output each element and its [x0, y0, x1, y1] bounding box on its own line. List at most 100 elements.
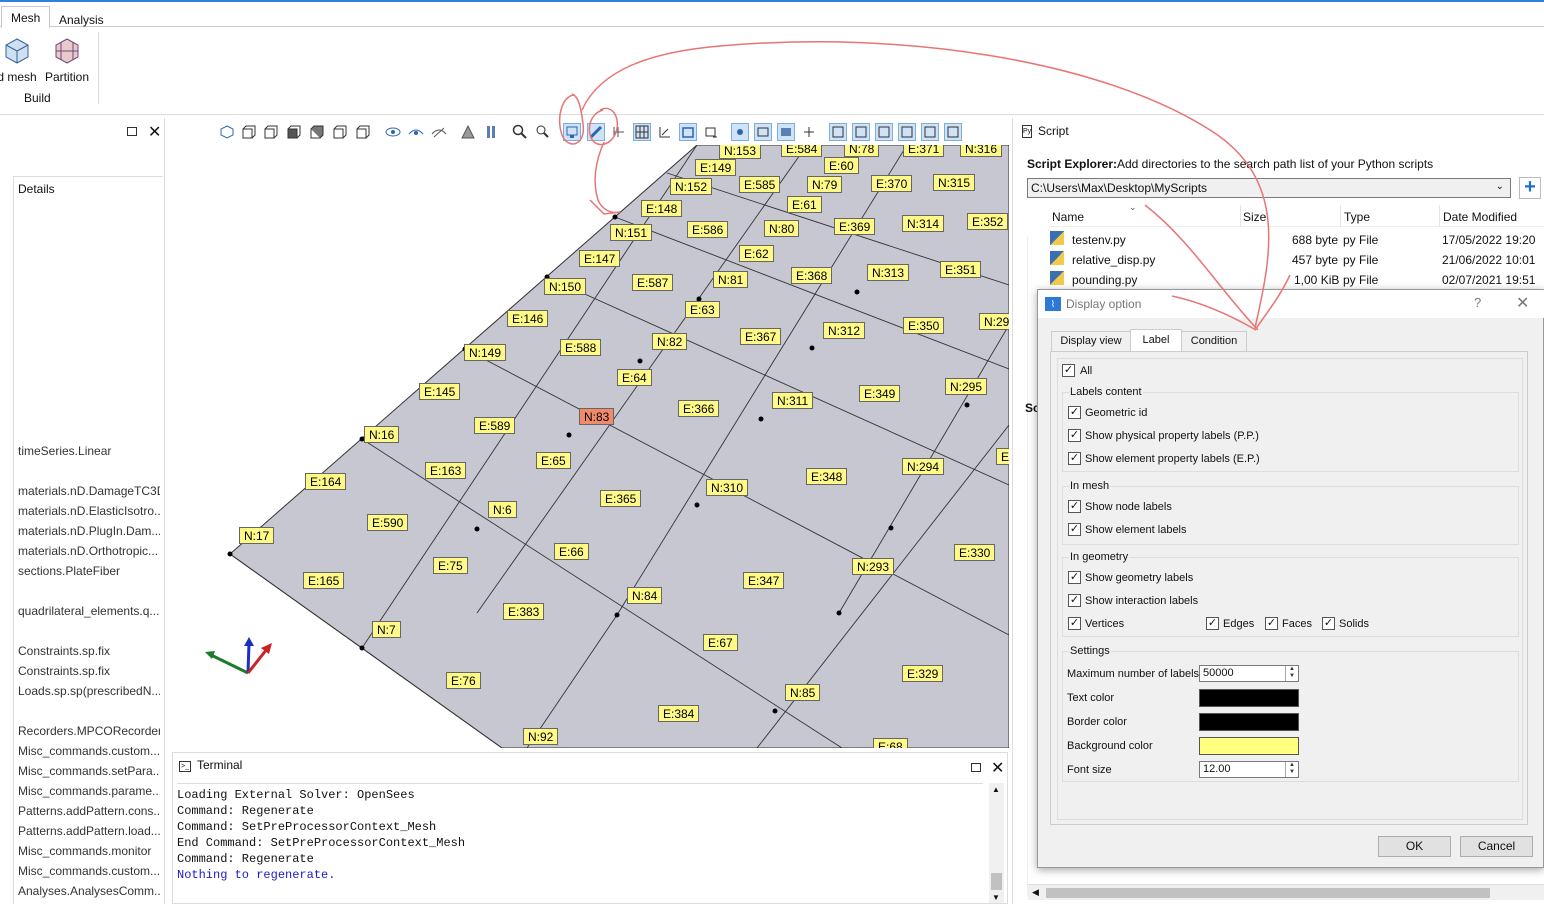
- partition-button[interactable]: Partition: [36, 36, 98, 92]
- font-size-stepper[interactable]: 12.00 ▲ ▼: [1199, 761, 1299, 778]
- tab-analysis[interactable]: Analysis: [49, 8, 114, 30]
- orthographic-icon[interactable]: [482, 123, 500, 141]
- table-row[interactable]: relative_disp.py 457 byte py File 21/06/…: [1048, 250, 1538, 270]
- select-add-icon[interactable]: [702, 123, 720, 141]
- terminal-scrollbar[interactable]: ▲ ▼: [989, 783, 1004, 903]
- filter-vertex-icon[interactable]: [731, 123, 749, 141]
- list-item[interactable]: materials.nD.PlugIn.Dam...: [18, 524, 160, 538]
- list-item[interactable]: materials.nD.ElasticIsotro...: [18, 504, 160, 518]
- filter-face-icon[interactable]: [777, 123, 795, 141]
- select-mode-1-icon[interactable]: [829, 123, 847, 141]
- view-right-icon[interactable]: [308, 123, 326, 141]
- list-item[interactable]: Constraints.sp.fix: [18, 664, 160, 678]
- grid-icon[interactable]: [610, 123, 628, 141]
- zoom-selection-icon[interactable]: [534, 123, 552, 141]
- label-option-icon[interactable]: [587, 123, 605, 141]
- select-box-icon[interactable]: [679, 123, 697, 141]
- tab-display-view[interactable]: Display view: [1051, 331, 1131, 352]
- close-icon[interactable]: ✕: [1516, 293, 1529, 313]
- interaction-labels-checkbox[interactable]: ✓: [1068, 594, 1081, 607]
- select-mode-3-icon[interactable]: [875, 123, 893, 141]
- cancel-button[interactable]: Cancel: [1460, 836, 1533, 857]
- add-directory-button[interactable]: +: [1519, 177, 1541, 199]
- solids-checkbox[interactable]: ✓: [1322, 617, 1335, 630]
- list-item[interactable]: Misc_commands.monitor: [18, 844, 160, 858]
- float-icon[interactable]: [127, 127, 137, 136]
- script-horizontal-scrollbar[interactable]: ◀: [1028, 884, 1544, 900]
- view-front-icon[interactable]: [240, 123, 258, 141]
- mesh-grid-icon[interactable]: [633, 123, 651, 141]
- select-mode-4-icon[interactable]: [898, 123, 916, 141]
- eye-icon[interactable]: [384, 123, 402, 141]
- col-name-header[interactable]: Name: [1052, 210, 1084, 224]
- zoom-fit-icon[interactable]: [511, 123, 529, 141]
- list-item[interactable]: Misc_commands.custom...: [18, 864, 160, 878]
- list-item[interactable]: Misc_commands.custom...: [18, 744, 160, 758]
- geometry-labels-checkbox[interactable]: ✓: [1068, 571, 1081, 584]
- max-labels-stepper[interactable]: 50000 ▲ ▼: [1199, 665, 1299, 682]
- float-icon[interactable]: [971, 763, 981, 772]
- eye-show-all-icon[interactable]: [430, 123, 448, 141]
- table-row[interactable]: pounding.py 1,00 KiB py File 02/07/2021 …: [1048, 270, 1538, 290]
- list-item[interactable]: Patterns.addPattern.load...: [18, 824, 160, 838]
- select-mode-2-icon[interactable]: [852, 123, 870, 141]
- close-icon[interactable]: ✕: [991, 758, 1004, 778]
- scroll-down-icon[interactable]: ▼: [992, 893, 1000, 902]
- edges-checkbox[interactable]: ✓: [1206, 617, 1219, 630]
- list-item[interactable]: quadrilateral_elements.q...: [18, 604, 160, 618]
- scroll-thumb[interactable]: [991, 873, 1002, 890]
- view-back-icon[interactable]: [262, 123, 280, 141]
- select-mode-6-icon[interactable]: [944, 123, 962, 141]
- table-row[interactable]: testenv.py 688 byte py File 17/05/2022 1…: [1048, 230, 1538, 250]
- stepper-arrows-icon[interactable]: ▲ ▼: [1285, 666, 1298, 681]
- list-item[interactable]: Misc_commands.parame...: [18, 784, 160, 798]
- geometric-id-checkbox[interactable]: ✓: [1068, 406, 1081, 419]
- close-icon[interactable]: ✕: [148, 122, 161, 142]
- list-item[interactable]: Constraints.sp.fix: [18, 644, 160, 658]
- filter-solid-icon[interactable]: [800, 123, 818, 141]
- list-item[interactable]: timeSeries.Linear: [18, 444, 160, 458]
- eye-hide-icon[interactable]: [407, 123, 425, 141]
- list-item[interactable]: Patterns.addPattern.cons...: [18, 804, 160, 818]
- list-item[interactable]: materials.nD.DamageTC3D: [18, 484, 160, 498]
- all-checkbox[interactable]: ✓: [1062, 364, 1075, 377]
- list-item[interactable]: Loads.sp.sp(prescribedN...: [18, 684, 160, 698]
- filter-edge-icon[interactable]: [754, 123, 772, 141]
- list-item[interactable]: Misc_commands.setPara...: [18, 764, 160, 778]
- element-labels-checkbox[interactable]: ✓: [1068, 523, 1081, 536]
- physical-property-checkbox[interactable]: ✓: [1068, 429, 1081, 442]
- list-item[interactable]: materials.nD.Orthotropic...: [18, 544, 160, 558]
- col-size-header[interactable]: Size: [1243, 210, 1266, 224]
- list-item[interactable]: Analyses.AnalysesComm...: [18, 884, 160, 898]
- node-labels-checkbox[interactable]: ✓: [1068, 500, 1081, 513]
- scroll-thumb[interactable]: [1046, 888, 1490, 898]
- vertices-checkbox[interactable]: ✓: [1068, 617, 1081, 630]
- list-item[interactable]: Recorders.MPCORecorder: [18, 724, 160, 738]
- background-color-swatch[interactable]: [1199, 737, 1299, 755]
- ok-button[interactable]: OK: [1378, 836, 1451, 857]
- border-color-swatch[interactable]: [1199, 713, 1299, 731]
- scroll-left-icon[interactable]: ◀: [1032, 887, 1039, 898]
- script-path-select[interactable]: C:\Users\Max\Desktop\MyScripts ⌄: [1027, 178, 1511, 198]
- perspective-icon[interactable]: [459, 123, 477, 141]
- view-left-icon[interactable]: [285, 123, 303, 141]
- col-type-header[interactable]: Type: [1344, 210, 1370, 224]
- stepper-arrows-icon[interactable]: ▲ ▼: [1285, 762, 1298, 777]
- view-bottom-icon[interactable]: [354, 123, 372, 141]
- display-option-icon[interactable]: [563, 123, 581, 141]
- select-mode-5-icon[interactable]: [921, 123, 939, 141]
- viewport[interactable]: N:153 E:584 N:78 E:371 N:316 E:149 E:60 …: [167, 145, 1009, 748]
- view-iso-icon[interactable]: [218, 123, 236, 141]
- faces-checkbox[interactable]: ✓: [1265, 617, 1278, 630]
- view-top-icon[interactable]: [331, 123, 349, 141]
- tab-label[interactable]: Label: [1130, 329, 1182, 352]
- tab-condition[interactable]: Condition: [1181, 331, 1247, 352]
- text-color-swatch[interactable]: [1199, 689, 1299, 707]
- list-item[interactable]: sections.PlateFiber: [18, 564, 160, 578]
- tab-mesh[interactable]: Mesh: [1, 6, 51, 28]
- scroll-up-icon[interactable]: ▲: [992, 785, 1000, 794]
- element-property-checkbox[interactable]: ✓: [1068, 452, 1081, 465]
- ruler-icon[interactable]: [656, 123, 674, 141]
- help-button[interactable]: ?: [1474, 295, 1481, 310]
- col-date-header[interactable]: Date Modified: [1443, 210, 1517, 224]
